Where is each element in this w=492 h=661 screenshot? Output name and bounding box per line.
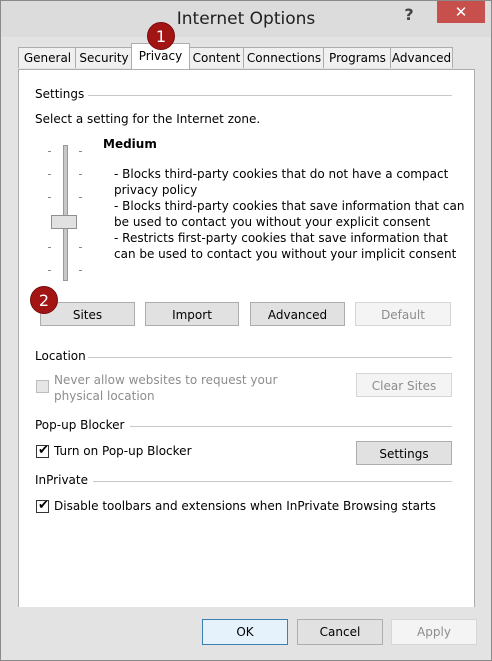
tab-general[interactable]: General xyxy=(18,47,77,68)
slider-tick xyxy=(48,151,51,152)
ok-button[interactable]: OK xyxy=(202,619,288,645)
import-button[interactable]: Import xyxy=(145,302,239,326)
slider-tick xyxy=(48,270,51,271)
never-allow-location-checkbox[interactable] xyxy=(36,380,49,393)
help-icon[interactable]: ? xyxy=(397,5,421,27)
close-icon[interactable]: ✕ xyxy=(437,1,485,23)
cancel-button[interactable]: Cancel xyxy=(297,619,383,645)
slider-tick xyxy=(48,174,51,175)
never-allow-location-label: Never allow websites to request your xyxy=(54,373,278,387)
privacy-desc-line: can be used to contact you without your … xyxy=(114,247,457,261)
slider-tick xyxy=(79,174,82,175)
slider-tick xyxy=(79,197,82,198)
location-section-title: Location xyxy=(35,349,86,363)
slider-tick xyxy=(79,247,82,248)
privacy-desc-line: privacy policy xyxy=(114,183,198,197)
settings-section-title: Settings xyxy=(35,87,85,101)
clear-sites-button[interactable]: Clear Sites xyxy=(356,373,452,397)
tab-programs[interactable]: Programs xyxy=(323,47,392,68)
privacy-desc-line: - Blocks third-party cookies that do not… xyxy=(114,167,449,181)
settings-instruction: Select a setting for the Internet zone. xyxy=(35,112,261,126)
privacy-desc-line: - Restricts first-party cookies that sav… xyxy=(114,231,448,245)
popup-blocker-label: Turn on Pop-up Blocker xyxy=(54,444,192,458)
slider-tick xyxy=(48,197,51,198)
disable-toolbars-label: Disable toolbars and extensions when InP… xyxy=(54,499,436,513)
tab-advanced[interactable]: Advanced xyxy=(390,47,453,68)
privacy-desc-line: - Blocks third-party cookies that save i… xyxy=(114,199,465,213)
privacy-level-slider-thumb[interactable] xyxy=(51,215,77,229)
step-badge-2: 2 xyxy=(30,286,58,314)
internet-options-dialog: Internet Options ? ✕ General Security Pr… xyxy=(0,0,492,661)
title-bar: Internet Options ? ✕ xyxy=(1,1,491,37)
inprivate-divider xyxy=(93,481,452,482)
privacy-tab-panel xyxy=(18,69,475,609)
never-allow-location-label-2: physical location xyxy=(54,389,155,403)
settings-divider xyxy=(88,95,452,96)
privacy-level-slider-track[interactable] xyxy=(63,145,68,281)
slider-tick xyxy=(48,247,51,248)
slider-tick xyxy=(79,151,82,152)
checkmark-icon: ✔ xyxy=(38,443,49,458)
popup-settings-button[interactable]: Settings xyxy=(356,441,452,465)
disable-toolbars-checkbox[interactable]: ✔ xyxy=(36,498,49,513)
default-button[interactable]: Default xyxy=(355,302,451,326)
inprivate-section-title: InPrivate xyxy=(35,473,88,487)
checkmark-icon: ✔ xyxy=(38,498,49,513)
advanced-button[interactable]: Advanced xyxy=(250,302,345,326)
dialog-footer: OK Cancel Apply xyxy=(1,607,491,660)
privacy-desc-line: be used to contact you without your expl… xyxy=(114,215,431,229)
popup-blocker-checkbox[interactable]: ✔ xyxy=(36,443,49,458)
slider-tick xyxy=(79,270,82,271)
popup-divider xyxy=(130,426,452,427)
tab-security[interactable]: Security xyxy=(75,47,133,68)
privacy-level-label: Medium xyxy=(103,137,157,151)
step-badge-1: 1 xyxy=(147,22,175,50)
location-divider xyxy=(88,357,452,358)
popup-section-title: Pop-up Blocker xyxy=(35,418,125,432)
tab-connections[interactable]: Connections xyxy=(243,47,325,68)
apply-button[interactable]: Apply xyxy=(391,619,477,645)
tab-content[interactable]: Content xyxy=(188,47,245,68)
